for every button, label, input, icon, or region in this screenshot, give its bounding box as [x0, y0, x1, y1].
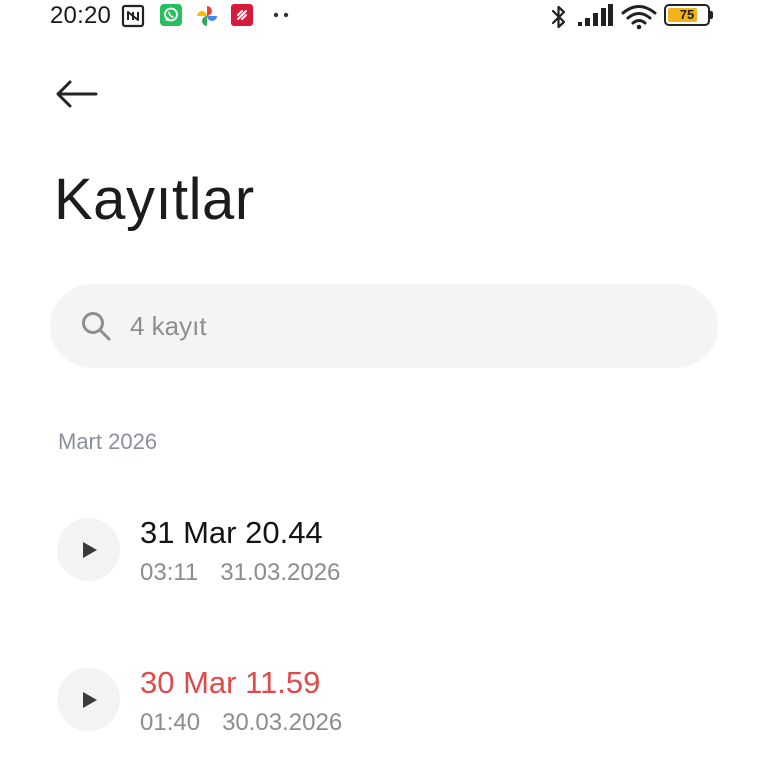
search-icon [82, 312, 111, 341]
wifi-icon [621, 5, 657, 30]
recording-duration: 01:40 [140, 709, 201, 736]
page-title: Kayıtlar [54, 167, 255, 232]
play-button[interactable] [57, 518, 120, 581]
battery-icon: 75 [664, 4, 714, 26]
recording-date: 30.03.2026 [222, 709, 343, 736]
recording-title: 31 Mar 20.44 [140, 515, 323, 550]
whatsapp-icon [160, 4, 182, 26]
play-icon [83, 691, 97, 708]
more-notifications-icon [273, 12, 289, 18]
section-header: Mart 2026 [58, 429, 158, 454]
photos-icon [197, 6, 217, 26]
bluetooth-icon [551, 5, 566, 29]
signal-icon [578, 4, 613, 26]
battery-level: 75 [679, 7, 695, 22]
recording-meta: 01:40 30.03.2026 [140, 708, 342, 738]
app-icon [231, 4, 253, 26]
recording-meta: 03:11 31.03.2026 [140, 558, 340, 588]
search-input[interactable] [130, 306, 690, 346]
search-bar[interactable] [50, 284, 718, 368]
recording-item[interactable]: 31 Mar 20.44 03:11 31.03.2026 [0, 500, 768, 620]
play-button[interactable] [57, 668, 120, 731]
recording-date: 31.03.2026 [220, 559, 341, 586]
recording-duration: 03:11 [140, 559, 199, 586]
recording-title: 30 Mar 11.59 [140, 665, 321, 700]
status-time: 20:20 [50, 2, 112, 29]
nfc-icon [121, 4, 145, 28]
back-button[interactable] [50, 70, 102, 118]
recording-item[interactable]: 30 Mar 11.59 01:40 30.03.2026 [0, 650, 768, 770]
back-arrow-icon [56, 80, 98, 108]
status-bar: 20:20 75 [0, 0, 768, 34]
play-icon [83, 541, 97, 558]
